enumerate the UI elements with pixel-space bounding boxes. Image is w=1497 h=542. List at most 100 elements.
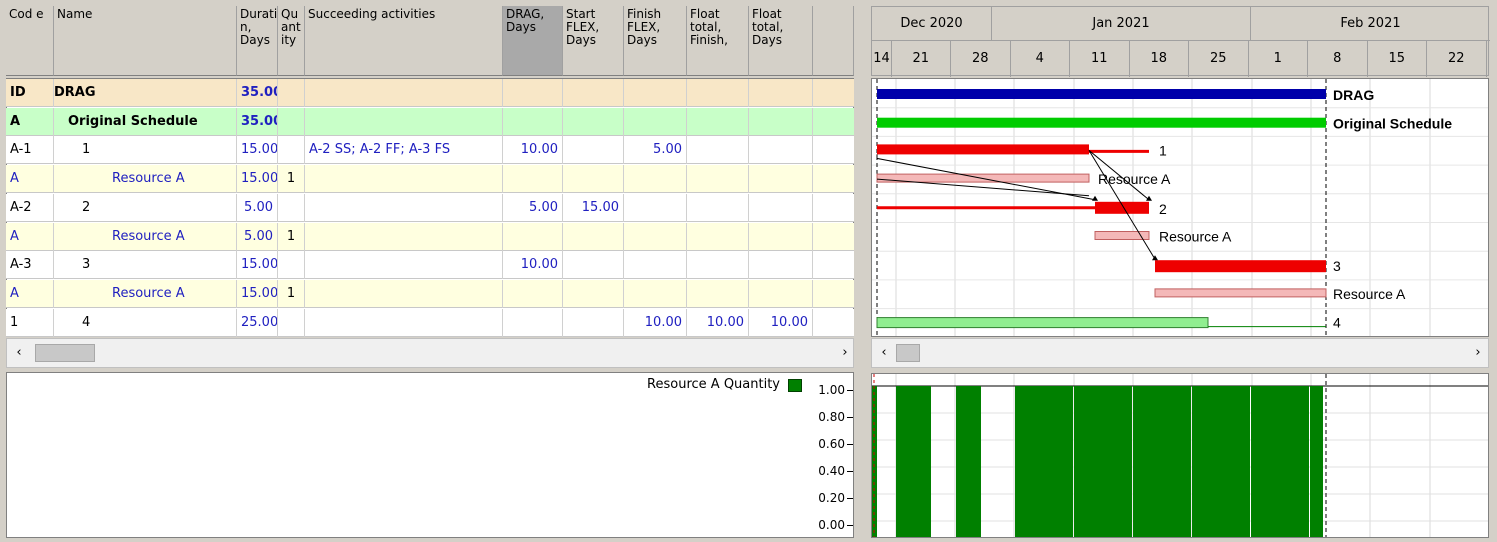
col-header-code[interactable]: Cod e — [6, 6, 54, 76]
cell-name[interactable]: 2 — [54, 193, 237, 222]
table-row[interactable]: A Resource A 15.00 1 — [6, 279, 854, 308]
scroll-thumb[interactable] — [35, 344, 95, 362]
scroll-right-arrow[interactable]: › — [837, 345, 853, 361]
cell-code[interactable]: ID — [6, 79, 54, 107]
cell-duration[interactable]: 15.00 — [237, 279, 278, 308]
cell-duration[interactable]: 35.00 — [237, 79, 278, 107]
cell-duration[interactable]: 25.00 — [237, 308, 278, 337]
cell-successors[interactable] — [305, 193, 503, 222]
cell-finish-flex[interactable] — [624, 251, 687, 280]
gantt-scroll-right-arrow[interactable]: › — [1470, 345, 1486, 361]
cell-code[interactable]: A — [6, 107, 54, 136]
cell-code[interactable]: A-3 — [6, 251, 54, 280]
cell-quantity[interactable]: 1 — [278, 279, 305, 308]
cell-duration[interactable]: 5.00 — [237, 222, 278, 251]
cell-duration[interactable]: 15.00 — [237, 165, 278, 194]
cell-float-days[interactable] — [749, 193, 813, 222]
cell-name[interactable]: 4 — [54, 308, 237, 337]
cell-successors[interactable] — [305, 222, 503, 251]
cell-float-days[interactable] — [749, 107, 813, 136]
cell-finish-flex[interactable] — [624, 165, 687, 194]
cell-float-days[interactable] — [749, 165, 813, 194]
cell-quantity[interactable]: 1 — [278, 165, 305, 194]
table-row[interactable]: IDDRAG35.00 — [6, 79, 854, 107]
gantt-scroll-left-arrow[interactable]: ‹ — [876, 345, 892, 361]
col-header-name[interactable]: Name — [54, 6, 237, 76]
cell-drag[interactable] — [503, 279, 563, 308]
col-header-quantity[interactable]: Qu ant ity — [278, 6, 305, 76]
cell-drag[interactable]: 5.00 — [503, 193, 563, 222]
col-header-float-days[interactable]: Float total, Days — [749, 6, 813, 76]
cell-drag[interactable] — [503, 79, 563, 107]
gantt-horizontal-scrollbar[interactable]: ‹ › — [871, 338, 1489, 368]
cell-name[interactable]: 3 — [54, 251, 237, 280]
cell-name[interactable]: Resource A — [54, 165, 237, 194]
cell-quantity[interactable] — [278, 251, 305, 280]
cell-successors[interactable] — [305, 79, 503, 107]
cell-start-flex[interactable] — [563, 222, 624, 251]
pane-splitter[interactable] — [857, 6, 868, 538]
cell-code[interactable]: A — [6, 222, 54, 251]
cell-drag[interactable] — [503, 308, 563, 337]
cell-start-flex[interactable] — [563, 279, 624, 308]
cell-successors[interactable] — [305, 165, 503, 194]
col-header-drag[interactable]: DRAG, Days — [503, 6, 563, 76]
grid-horizontal-scrollbar[interactable]: ‹ › — [6, 338, 854, 368]
cell-code[interactable]: A — [6, 279, 54, 308]
cell-float-days[interactable] — [749, 136, 813, 165]
cell-float-days[interactable]: 10.00 — [749, 308, 813, 337]
cell-duration[interactable]: 35.00 — [237, 107, 278, 136]
cell-finish-flex[interactable] — [624, 79, 687, 107]
cell-start-flex[interactable] — [563, 107, 624, 136]
cell-quantity[interactable] — [278, 107, 305, 136]
cell-float-days[interactable] — [749, 79, 813, 107]
gantt-scroll-thumb[interactable] — [896, 344, 920, 362]
cell-float-finish[interactable] — [687, 251, 749, 280]
cell-finish-flex[interactable] — [624, 279, 687, 308]
col-header-start-flex[interactable]: Start FLEX, Days — [563, 6, 624, 76]
cell-successors[interactable] — [305, 308, 503, 337]
cell-duration[interactable]: 5.00 — [237, 193, 278, 222]
cell-successors[interactable]: A-2 SS; A-2 FF; A-3 FS — [305, 136, 503, 165]
cell-name[interactable]: Original Schedule — [54, 107, 237, 136]
cell-code[interactable]: A — [6, 165, 54, 194]
cell-quantity[interactable]: 1 — [278, 222, 305, 251]
cell-duration[interactable]: 15.00 — [237, 251, 278, 280]
cell-code[interactable]: A-1 — [6, 136, 54, 165]
table-row[interactable]: AOriginal Schedule35.00 — [6, 107, 854, 136]
table-row[interactable]: A-2 2 5.00 5.00 15.00 — [6, 193, 854, 222]
cell-duration[interactable]: 15.00 — [237, 136, 278, 165]
cell-quantity[interactable] — [278, 193, 305, 222]
table-row[interactable]: A Resource A 5.00 1 — [6, 222, 854, 251]
cell-drag[interactable] — [503, 165, 563, 194]
col-header-successors[interactable]: Succeeding activities — [305, 6, 503, 76]
cell-start-flex[interactable] — [563, 79, 624, 107]
cell-finish-flex[interactable] — [624, 107, 687, 136]
cell-start-flex[interactable] — [563, 308, 624, 337]
cell-drag[interactable]: 10.00 — [503, 251, 563, 280]
cell-float-finish[interactable] — [687, 165, 749, 194]
cell-quantity[interactable] — [278, 79, 305, 107]
cell-finish-flex[interactable]: 10.00 — [624, 308, 687, 337]
cell-float-finish[interactable]: 10.00 — [687, 308, 749, 337]
cell-finish-flex[interactable]: 5.00 — [624, 136, 687, 165]
cell-successors[interactable] — [305, 279, 503, 308]
cell-start-flex[interactable] — [563, 136, 624, 165]
cell-float-days[interactable] — [749, 279, 813, 308]
table-row[interactable]: A Resource A 15.00 1 — [6, 165, 854, 194]
table-row[interactable]: 1 4 25.00 10.00 10.00 10.00 — [6, 308, 854, 337]
cell-finish-flex[interactable] — [624, 222, 687, 251]
cell-drag[interactable] — [503, 222, 563, 251]
cell-name[interactable]: Resource A — [54, 222, 237, 251]
cell-drag[interactable] — [503, 107, 563, 136]
cell-code[interactable]: A-2 — [6, 193, 54, 222]
cell-start-flex[interactable] — [563, 251, 624, 280]
col-header-finish-flex[interactable]: Finish FLEX, Days — [624, 6, 687, 76]
cell-quantity[interactable] — [278, 308, 305, 337]
cell-float-days[interactable] — [749, 222, 813, 251]
table-row[interactable]: A-3 3 15.00 10.00 — [6, 251, 854, 280]
cell-start-flex[interactable]: 15.00 — [563, 193, 624, 222]
cell-float-days[interactable] — [749, 251, 813, 280]
col-header-float-finish[interactable]: Float total, Finish, — [687, 6, 749, 76]
cell-float-finish[interactable] — [687, 279, 749, 308]
